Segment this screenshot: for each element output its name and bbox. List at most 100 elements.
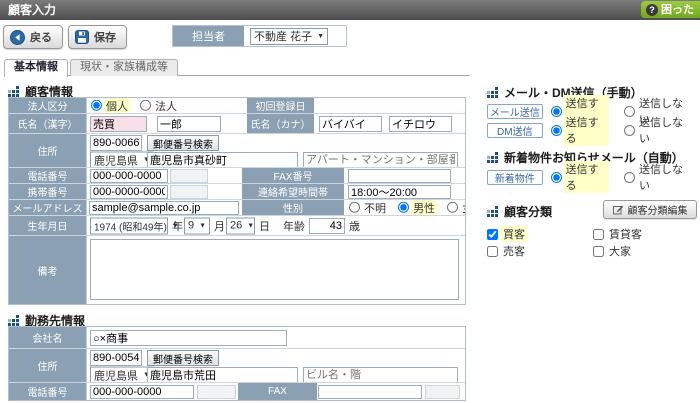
first-name-kanji-input[interactable]	[157, 116, 221, 132]
radio-newprop-no[interactable]: 送信しない	[624, 161, 693, 193]
zip-search-button[interactable]: 郵便番号検索	[147, 135, 219, 151]
checkbox-landlord-label: 大家	[607, 243, 633, 259]
work-prefecture-select[interactable]: 鹿児島県 ▼	[90, 367, 154, 383]
staff-selector: 担当者 不動産 花子 ▼	[172, 25, 347, 47]
fax-input[interactable]	[348, 169, 451, 183]
row-company: 会社名	[9, 327, 465, 349]
notes-textarea[interactable]	[90, 239, 459, 300]
dm-send-row: DM送信 送信する 送信しない	[487, 122, 700, 138]
save-button-label: 保存	[94, 29, 116, 45]
classification-edit-button[interactable]: 顧客分類編集	[603, 200, 697, 219]
birth-day-select[interactable]: 26 ▼	[226, 217, 255, 234]
work-building-input[interactable]	[303, 367, 458, 382]
month-suffix: 月	[214, 218, 225, 234]
tab-family-info[interactable]: 現状・家族構成等	[70, 59, 178, 76]
save-button[interactable]: 保存	[68, 25, 127, 49]
edit-pencil-icon	[613, 204, 624, 215]
back-button[interactable]: 戻る	[3, 25, 63, 49]
checkbox-seller[interactable]: 売客	[487, 243, 527, 259]
checkbox-renter[interactable]: 賃貸客	[593, 226, 644, 242]
city-input[interactable]	[147, 152, 298, 167]
birth-month-select[interactable]: 9 ▼	[184, 217, 210, 234]
radio-individual[interactable]: 個人	[91, 98, 130, 113]
section-chart-icon	[8, 86, 20, 98]
checkbox-landlord[interactable]: 大家	[593, 243, 633, 259]
row-legal-type: 法人区分 個人 法人 初回登録日	[9, 98, 465, 114]
radio-newprop-no-label: 送信しない	[637, 161, 693, 193]
dm-send-tag: DM送信	[487, 123, 543, 138]
radio-dm-send-yes[interactable]: 送信する	[551, 114, 609, 146]
section-chart-icon	[487, 87, 499, 99]
save-floppy-icon	[75, 30, 89, 44]
radio-gender-female[interactable]: 女性	[447, 200, 465, 215]
mobile-input[interactable]	[90, 185, 168, 199]
radio-gender-unknown-label: 不明	[362, 200, 388, 215]
staff-select[interactable]: 不動産 花子 ▼	[250, 28, 328, 45]
birth-day-value: 26	[230, 220, 242, 232]
zip-input[interactable]	[90, 135, 142, 151]
last-name-kana-input[interactable]	[319, 116, 382, 132]
radio-corporate[interactable]: 法人	[140, 98, 179, 113]
row-work-address: 住所 郵便番号検索 鹿児島県 ▼	[9, 349, 465, 383]
radio-gender-unknown[interactable]: 不明	[349, 200, 388, 215]
chevron-down-icon: ▼	[317, 33, 324, 40]
prefecture-select[interactable]: 鹿児島県 ▼	[90, 152, 154, 168]
day-suffix: 日	[259, 218, 270, 234]
section-chart-icon	[487, 206, 499, 218]
radio-newprop-yes[interactable]: 送信する	[551, 161, 609, 193]
name-kana-label: 氏名（カナ）	[247, 114, 314, 133]
birth-year-select[interactable]: 1974 (昭和49年) ▼	[90, 217, 168, 234]
back-button-label: 戻る	[30, 29, 52, 45]
radio-corporate-label: 法人	[153, 98, 179, 113]
work-fax-input[interactable]	[318, 385, 422, 399]
work-zip-search-button[interactable]: 郵便番号検索	[147, 350, 219, 366]
last-name-kanji-input[interactable]	[90, 116, 147, 132]
address-label: 住所	[9, 134, 87, 167]
building-input[interactable]	[303, 152, 458, 167]
section-chart-icon	[8, 315, 20, 327]
new-property-row: 新着物件 送信する 送信しない	[487, 169, 700, 185]
radio-dm-send-no[interactable]: 送信しない	[624, 114, 693, 146]
first-name-kana-input[interactable]	[389, 116, 452, 132]
row-mobile-time: 携帯番号 連絡希望時間帯	[9, 184, 465, 200]
age-input[interactable]	[309, 218, 345, 234]
row-birthday: 生年月日 1974 (昭和49年) ▼ 年 9 ▼ 月 26 ▼ 日 年齢 歳	[9, 216, 465, 236]
work-phone-input[interactable]	[90, 385, 194, 399]
section-chart-icon	[487, 152, 499, 164]
age-label: 年齢	[283, 218, 305, 234]
page-title: 顧客入力	[8, 3, 56, 17]
back-arrow-icon	[10, 30, 25, 45]
year-suffix: 年	[172, 218, 183, 234]
work-zip-input[interactable]	[90, 350, 142, 366]
contact-time-input[interactable]	[348, 185, 451, 199]
work-city-input[interactable]	[147, 367, 298, 382]
birthday-label: 生年月日	[9, 216, 87, 235]
phone-input[interactable]	[90, 169, 168, 183]
email-input[interactable]	[89, 201, 239, 215]
radio-gender-male[interactable]: 男性	[398, 200, 437, 215]
row-phone-fax: 電話番号 FAX番号	[9, 168, 465, 184]
row-work-phone: 電話番号 FAX	[9, 383, 465, 400]
work-fax-ext-box	[425, 385, 460, 399]
mobile-ext-box	[170, 185, 208, 199]
radio-individual-label: 個人	[104, 98, 130, 113]
fax-label: FAX番号	[242, 168, 344, 183]
help-button[interactable]: ? 困った	[641, 1, 700, 18]
customer-info-table: 法人区分 個人 法人 初回登録日 氏名（漢字） 氏名（カナ）	[8, 97, 466, 305]
chevron-down-icon: ▼	[199, 222, 206, 229]
checkbox-buyer[interactable]: 買客	[487, 226, 527, 242]
company-label: 会社名	[9, 327, 87, 348]
help-button-label: 困った	[661, 0, 694, 20]
question-icon: ?	[646, 4, 658, 16]
checkbox-seller-label: 売客	[501, 243, 527, 259]
radio-dm-send-yes-label: 送信する	[564, 114, 609, 146]
email-label: メールアドレス	[9, 200, 87, 215]
work-phone-ext-box	[197, 385, 236, 399]
company-input[interactable]	[90, 330, 287, 346]
row-notes: 備考	[9, 236, 465, 304]
name-kanji-label: 氏名（漢字）	[9, 114, 87, 133]
radio-newprop-yes-label: 送信する	[564, 161, 609, 193]
row-name: 氏名（漢字） 氏名（カナ）	[9, 114, 465, 134]
tab-basic-info[interactable]: 基本情報	[4, 59, 68, 77]
tab-bar: 基本情報 現状・家族構成等	[4, 59, 470, 76]
